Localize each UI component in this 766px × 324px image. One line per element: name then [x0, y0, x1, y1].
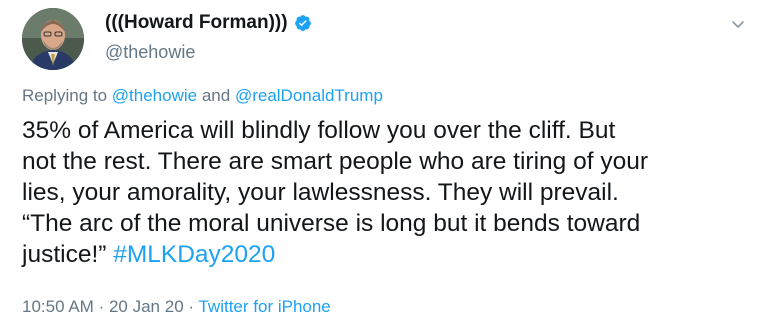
author-handle[interactable]: @thehowie [105, 42, 195, 63]
meta-separator: · [98, 297, 105, 316]
avatar-image [22, 8, 84, 70]
tweet-time[interactable]: 10:50 AM [22, 297, 94, 316]
author-name-row[interactable]: (((Howard Forman))) [105, 12, 312, 34]
tweet-text-line: lies, your amorality, your lawlessness. … [22, 179, 619, 206]
tweet-text: 35% of America will blindly follow you o… [22, 115, 752, 270]
tweet-meta: 10:50 AM · 20 Jan 20 · Twitter for iPhon… [22, 297, 331, 317]
reply-conjunction: and [201, 86, 231, 105]
tweet-date[interactable]: 20 Jan 20 [109, 297, 184, 316]
tweet-source-link[interactable]: Twitter for iPhone [198, 297, 330, 316]
avatar[interactable] [22, 8, 84, 70]
display-name[interactable]: (((Howard Forman))) [105, 12, 288, 34]
tweet-card: (((Howard Forman))) @thehowie Replying t… [0, 0, 766, 324]
replying-to-label: Replying to [22, 86, 108, 105]
hashtag-link[interactable]: #MLKDay2020 [113, 241, 275, 268]
reply-mention-thehowie[interactable]: @thehowie [112, 86, 197, 105]
chevron-down-icon[interactable] [730, 16, 746, 32]
verified-badge-icon [294, 14, 312, 32]
tweet-text-last: justice!” [22, 241, 114, 268]
tweet-text-line: not the rest. There are smart people who… [22, 148, 648, 175]
replying-to-line: Replying to @thehowie and @realDonaldTru… [22, 86, 383, 106]
tweet-text-line: justice!” #MLKDay2020 [22, 239, 752, 270]
meta-separator: · [188, 297, 195, 316]
tweet-text-line: 35% of America will blindly follow you o… [22, 117, 616, 144]
reply-mention-realdonaldtrump[interactable]: @realDonaldTrump [235, 86, 383, 105]
tweet-text-line: “The arc of the moral universe is long b… [22, 210, 641, 237]
